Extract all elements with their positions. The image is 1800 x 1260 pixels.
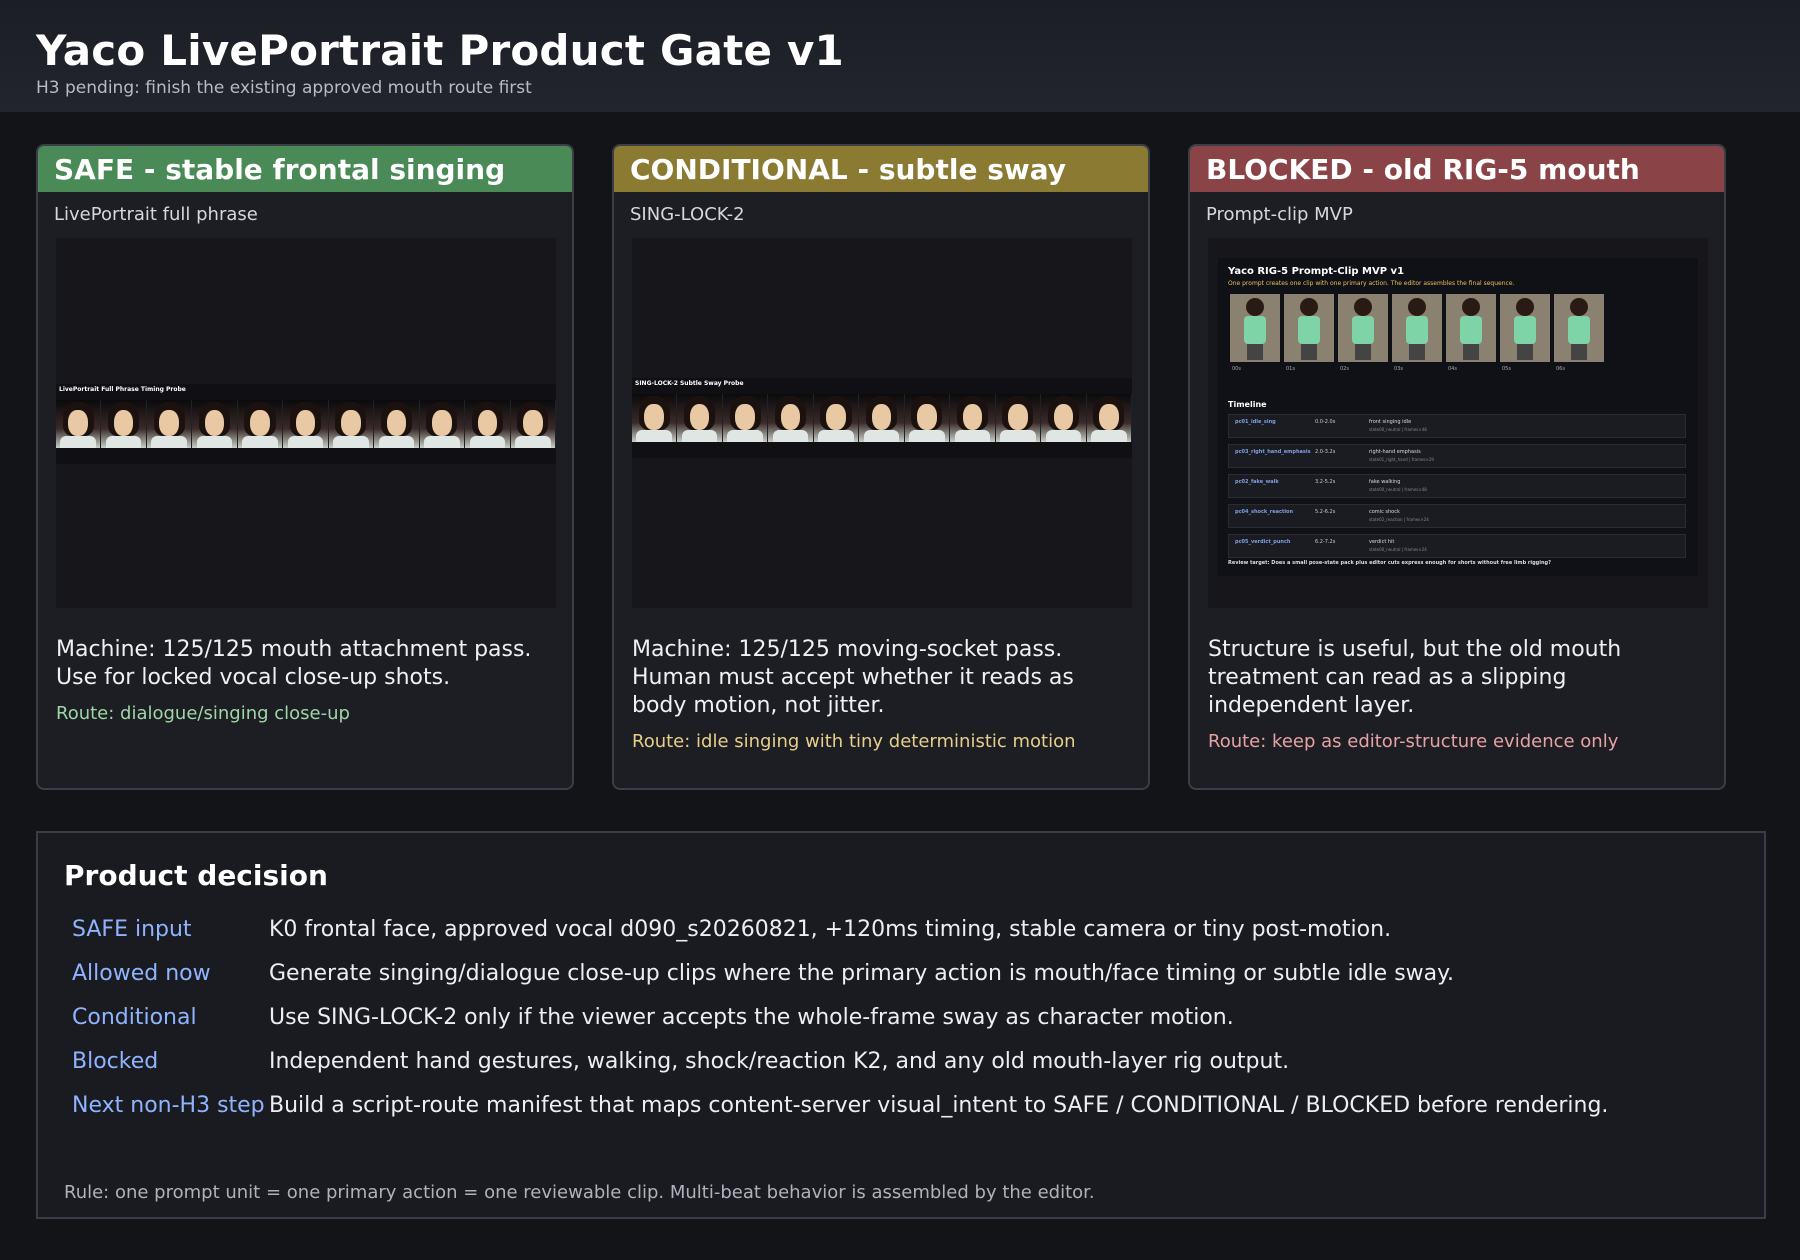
decision-row: SAFE input K0 frontal face, approved voc…: [72, 915, 1732, 959]
row-time: 0.0-2.0s: [1315, 419, 1336, 425]
row-name: right-hand emphasis: [1369, 449, 1421, 455]
card-label: LivePortrait full phrase: [54, 204, 258, 225]
decision-rows: SAFE input K0 frontal face, approved voc…: [72, 915, 1732, 1135]
decision-value: Build a script-route manifest that maps …: [269, 1093, 1609, 1118]
row-time: 3.2-5.2s: [1315, 479, 1336, 485]
row-name: fake walking: [1369, 479, 1401, 485]
face-frames: [56, 400, 556, 448]
card-description: Machine: 125/125 mouth attachment pass. …: [56, 636, 556, 728]
card-conditional: CONDITIONAL - subtle sway SING-LOCK-2 SI…: [612, 144, 1150, 790]
row-time: 2.0-3.2s: [1315, 449, 1336, 455]
rig-title: Yaco RIG-5 Prompt-Clip MVP v1: [1228, 266, 1405, 277]
frame-strip: LivePortrait Full Phrase Timing Probe: [56, 384, 556, 464]
pose-figures: [1230, 294, 1604, 362]
timeline-rows: pc01_idle_sing 0.0-2.0s front singing id…: [1228, 414, 1686, 564]
frame-label: 02s: [1340, 366, 1349, 372]
card-blocked: BLOCKED - old RIG-5 mouth Prompt-clip MV…: [1188, 144, 1726, 790]
frame-label: 04s: [1448, 366, 1457, 372]
page-title: Yaco LivePortrait Product Gate v1: [36, 26, 844, 75]
decision-row: Next non-H3 step Build a script-route ma…: [72, 1091, 1732, 1135]
frame-label: 03s: [1394, 366, 1403, 372]
timeline-row: pc01_idle_sing 0.0-2.0s front singing id…: [1228, 414, 1686, 438]
decision-key: Blocked: [72, 1049, 159, 1074]
decision-row: Allowed now Generate singing/dialogue cl…: [72, 959, 1732, 1003]
decision-row: Conditional Use SING-LOCK-2 only if the …: [72, 1003, 1732, 1047]
row-meta: state00_neutral | frames×24: [1369, 547, 1427, 552]
timeline-row: pc04_shock_reaction 5.2-6.2s comic shock…: [1228, 504, 1686, 528]
decision-value: Independent hand gestures, walking, shoc…: [269, 1049, 1290, 1074]
timeline-row: pc03_right_hand_emphasis 2.0-3.2s right-…: [1228, 444, 1686, 468]
row-name: front singing idle: [1369, 419, 1412, 425]
panel-title: Product decision: [64, 859, 328, 892]
rig-preview: Yaco RIG-5 Prompt-Clip MVP v1 One prompt…: [1218, 258, 1698, 576]
row-time: 6.2-7.2s: [1315, 539, 1336, 545]
decision-key: Next non-H3 step: [72, 1093, 265, 1118]
row-meta: state01_right_hand | frames×29: [1369, 457, 1434, 462]
route-text: Route: keep as editor-structure evidence…: [1208, 731, 1619, 752]
timeline-row: pc02_fake_walk 3.2-5.2s fake walking sta…: [1228, 474, 1686, 498]
row-id: pc03_right_hand_emphasis: [1235, 449, 1311, 455]
frame-label: 06s: [1556, 366, 1565, 372]
card-safe: SAFE - stable frontal singing LivePortra…: [36, 144, 574, 790]
frame-label: 01s: [1286, 366, 1295, 372]
timeline-label: Timeline: [1228, 400, 1267, 409]
decision-key: Conditional: [72, 1005, 197, 1030]
row-meta: state02_reaction | frames×24: [1369, 517, 1429, 522]
row-name: comic shock: [1369, 509, 1400, 515]
description-text: Machine: 125/125 mouth attachment pass. …: [56, 637, 532, 690]
row-id: pc05_verdict_punch: [1235, 539, 1291, 545]
card-banner-conditional: CONDITIONAL - subtle sway: [614, 146, 1148, 192]
strip-title: LivePortrait Full Phrase Timing Probe: [59, 386, 186, 393]
decision-key: SAFE input: [72, 917, 192, 942]
frame-label: 00s: [1232, 366, 1241, 372]
row-id: pc02_fake_walk: [1235, 479, 1279, 485]
decision-value: Generate singing/dialogue close-up clips…: [269, 961, 1455, 986]
row-id: pc04_shock_reaction: [1235, 509, 1294, 515]
decision-value: Use SING-LOCK-2 only if the viewer accep…: [269, 1005, 1234, 1030]
product-decision-panel: Product decision SAFE input K0 frontal f…: [36, 831, 1766, 1219]
row-id: pc01_idle_sing: [1235, 419, 1276, 425]
row-time: 5.2-6.2s: [1315, 509, 1336, 515]
preview-thumbnail[interactable]: Yaco RIG-5 Prompt-Clip MVP v1 One prompt…: [1208, 238, 1708, 608]
card-label: Prompt-clip MVP: [1206, 204, 1353, 225]
card-banner-blocked: BLOCKED - old RIG-5 mouth: [1190, 146, 1724, 192]
row-meta: state00_neutral | frames×48: [1369, 427, 1427, 432]
frame-strip: SING-LOCK-2 Subtle Sway Probe: [632, 378, 1132, 458]
route-text: Route: dialogue/singing close-up: [56, 703, 350, 724]
face-frames: [632, 394, 1132, 442]
review-target: Review target: Does a small pose-state p…: [1228, 560, 1552, 566]
page-header: Yaco LivePortrait Product Gate v1 H3 pen…: [0, 0, 1800, 112]
timeline-row: pc05_verdict_punch 6.2-7.2s verdict hit …: [1228, 534, 1686, 558]
card-label: SING-LOCK-2: [630, 204, 745, 225]
preview-thumbnail[interactable]: LivePortrait Full Phrase Timing Probe: [56, 238, 556, 608]
card-description: Machine: 125/125 moving-socket pass. Hum…: [632, 636, 1132, 756]
frame-label: 05s: [1502, 366, 1511, 372]
frame-labels: 00s 01s 02s 03s 04s 05s 06s: [1232, 366, 1606, 372]
rig-subtitle: One prompt creates one clip with one pri…: [1228, 280, 1515, 287]
description-text: Machine: 125/125 moving-socket pass. Hum…: [632, 637, 1074, 718]
row-name: verdict hit: [1369, 539, 1395, 545]
decision-row: Blocked Independent hand gestures, walki…: [72, 1047, 1732, 1091]
rule-note: Rule: one prompt unit = one primary acti…: [64, 1182, 1095, 1203]
page-subtitle: H3 pending: finish the existing approved…: [36, 78, 532, 98]
row-meta: state00_neutral | frames×48: [1369, 487, 1427, 492]
card-banner-safe: SAFE - stable frontal singing: [38, 146, 572, 192]
preview-thumbnail[interactable]: SING-LOCK-2 Subtle Sway Probe: [632, 238, 1132, 608]
route-text: Route: idle singing with tiny determinis…: [632, 731, 1076, 752]
card-description: Structure is useful, but the old mouth t…: [1208, 636, 1708, 756]
description-text: Structure is useful, but the old mouth t…: [1208, 637, 1622, 718]
decision-key: Allowed now: [72, 961, 211, 986]
decision-value: K0 frontal face, approved vocal d090_s20…: [269, 917, 1392, 942]
strip-title: SING-LOCK-2 Subtle Sway Probe: [635, 380, 744, 387]
